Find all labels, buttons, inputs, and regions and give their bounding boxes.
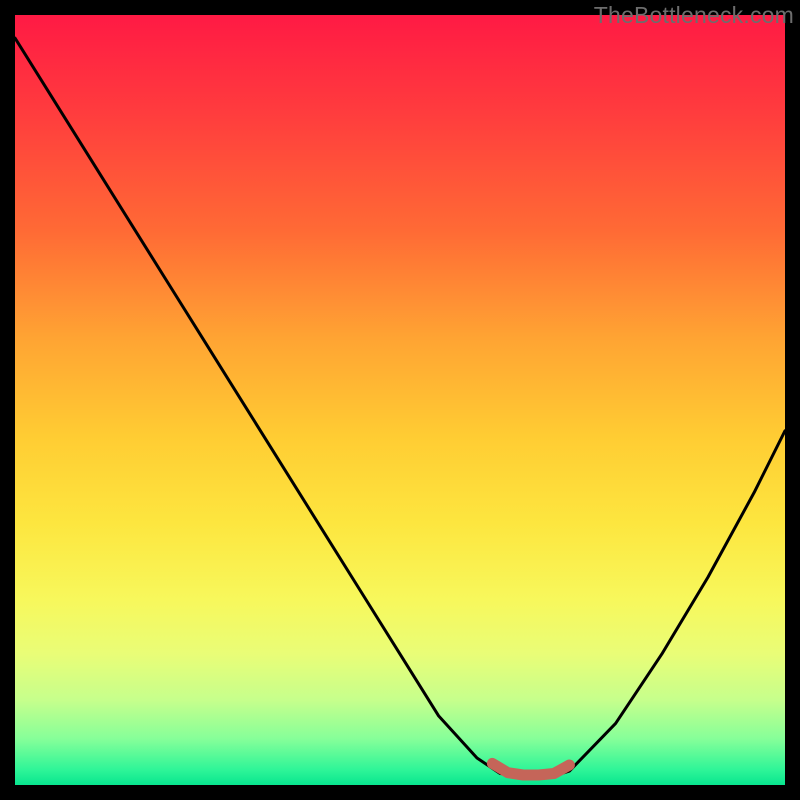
plot-frame — [15, 15, 785, 785]
optimal-range-marker — [492, 763, 569, 775]
bottleneck-curve — [15, 38, 785, 776]
bottleneck-chart — [15, 15, 785, 785]
watermark-text: TheBottleneck.com — [594, 2, 794, 29]
